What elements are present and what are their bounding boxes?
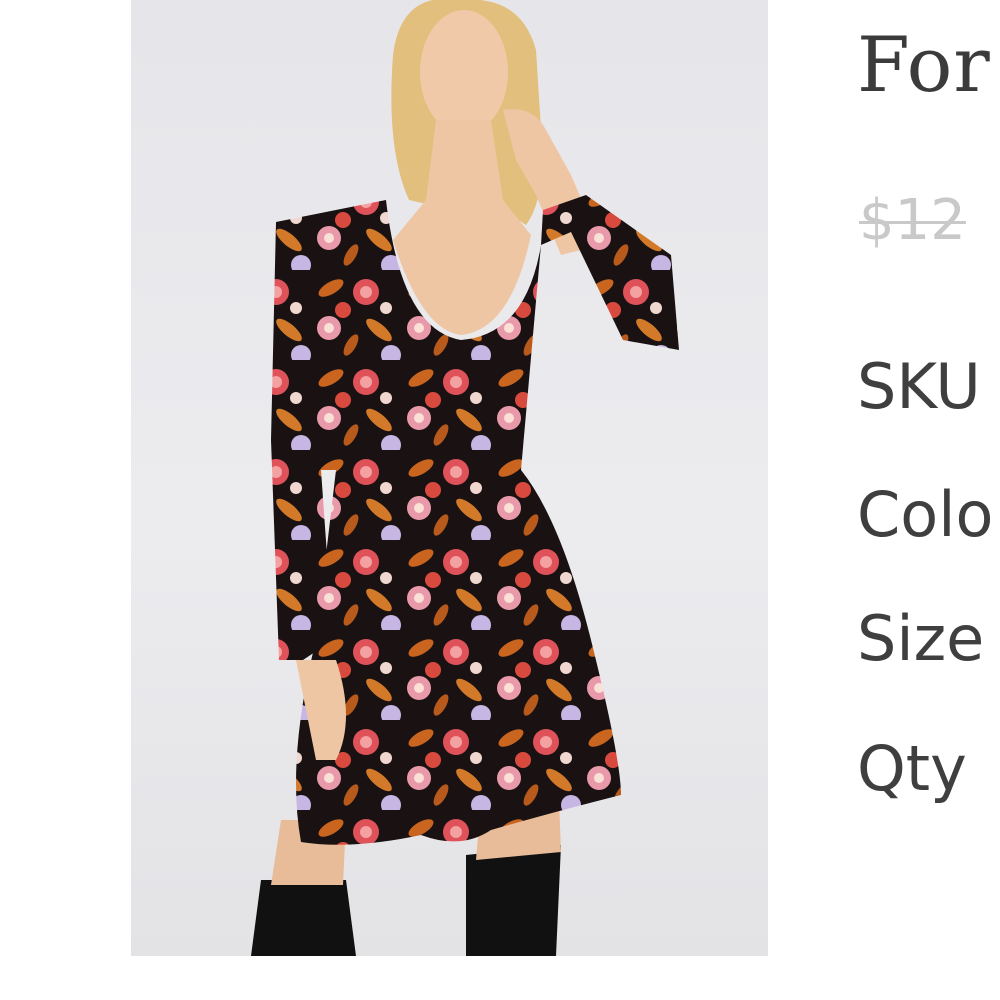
product-info-panel: For $12 SKU Colo Size Qty	[855, 0, 1000, 1000]
sku-label: SKU	[857, 350, 981, 423]
color-label: Colo	[857, 478, 994, 551]
quantity-label: Qty	[857, 732, 967, 805]
product-photo[interactable]	[131, 0, 768, 956]
model-wearing-floral-dress	[251, 0, 679, 956]
original-price: $12	[859, 188, 966, 253]
size-label: Size	[857, 602, 985, 675]
product-title: For	[857, 20, 991, 109]
